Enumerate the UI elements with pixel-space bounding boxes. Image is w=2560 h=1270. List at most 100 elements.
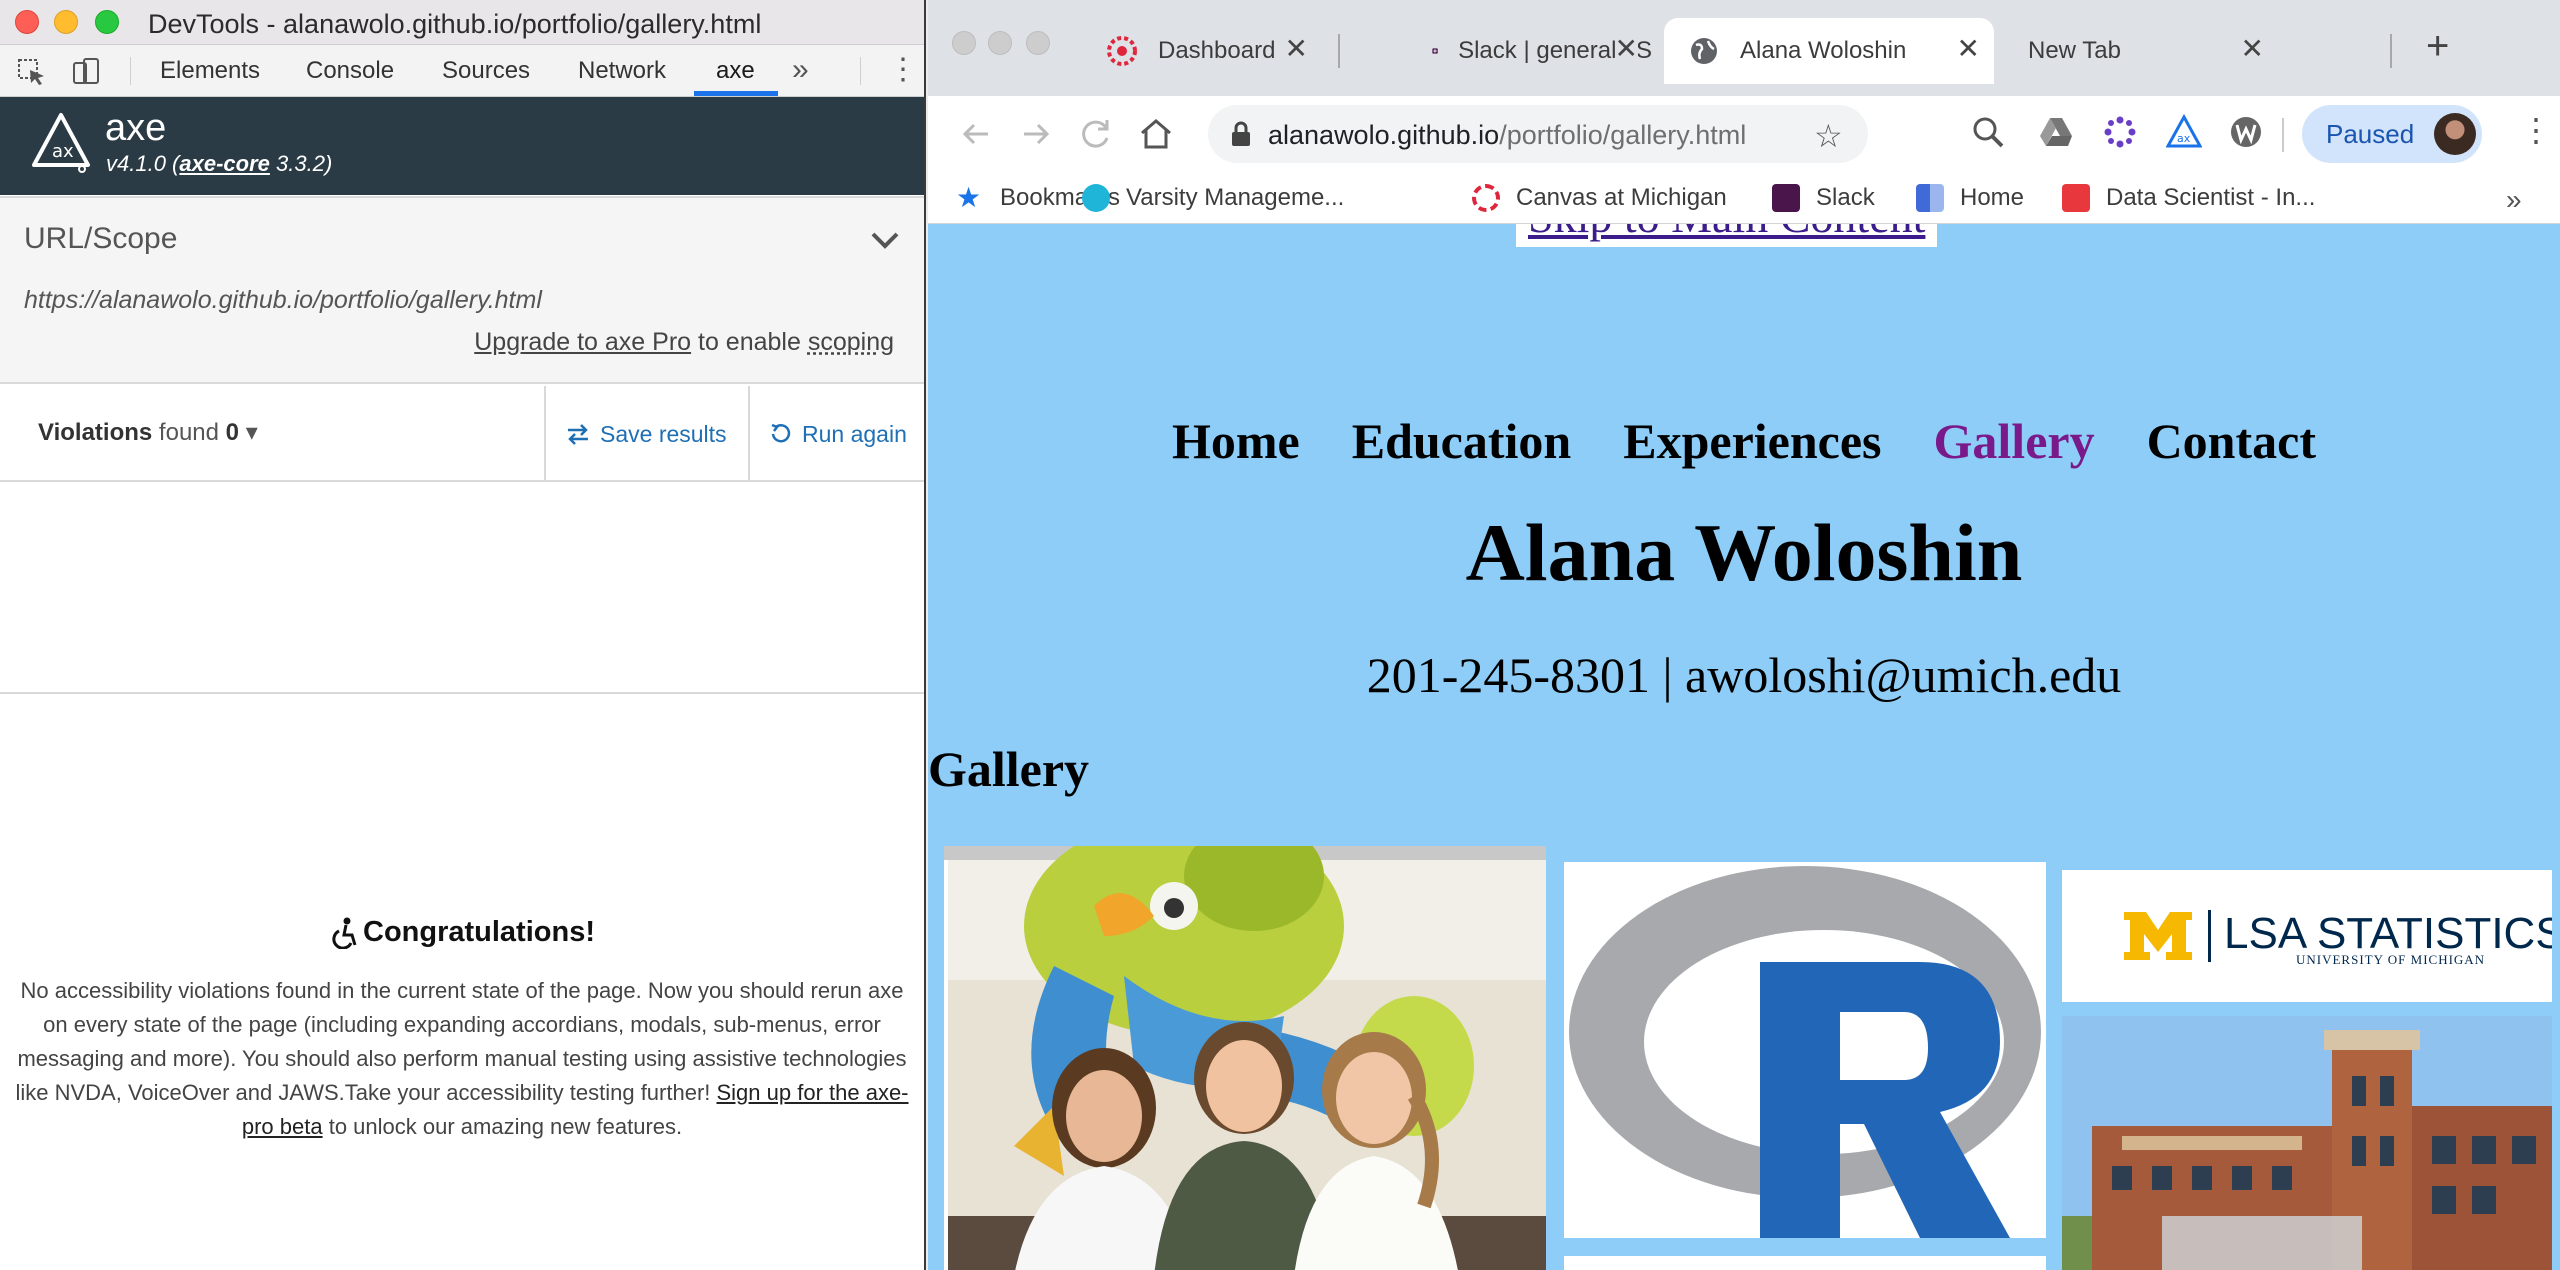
varsity-icon [1082, 184, 1110, 212]
swap-arrows-icon [568, 424, 588, 445]
tab-console[interactable]: Console [306, 57, 394, 85]
svg-text:ax: ax [2177, 132, 2191, 145]
profile-status: Paused [2326, 119, 2415, 149]
zoom-window-button[interactable] [1026, 31, 1050, 55]
new-tab-button[interactable]: + [2426, 24, 2449, 69]
google-drive-icon[interactable] [2038, 114, 2074, 150]
minimize-window-button[interactable] [54, 10, 78, 34]
devtools-window: DevTools - alanawolo.github.io/portfolio… [0, 0, 926, 1270]
gallery-photo-r-logo [1564, 862, 2046, 1238]
zoom-window-button[interactable] [95, 10, 119, 34]
upgrade-axe-pro-link[interactable]: Upgrade to axe Pro [474, 328, 691, 356]
axe-extension-icon[interactable]: ax [2166, 114, 2202, 150]
violations-bar: Violations found 0 ▾ Save results Run ag… [0, 386, 924, 482]
avatar [2434, 113, 2476, 155]
close-window-button[interactable] [952, 31, 976, 55]
profile-button[interactable]: Paused [2302, 105, 2482, 163]
url-scope-panel: URL/Scope https://alanawolo.github.io/po… [0, 196, 924, 384]
congratulations-panel: Congratulations! No accessibility violat… [0, 916, 924, 1144]
results-empty-area [0, 484, 924, 694]
browser-tab-new-tab[interactable]: New Tab ✕ [2002, 18, 2278, 84]
tab-network[interactable]: Network [578, 57, 666, 85]
bookmark-home[interactable]: Home [1916, 184, 2024, 212]
chevron-down-icon[interactable] [868, 224, 902, 254]
toolbar-divider [860, 57, 861, 85]
tab-elements[interactable]: Elements [160, 57, 260, 85]
close-window-button[interactable] [15, 10, 39, 34]
tab-divider [1338, 34, 1340, 68]
congratulations-suffix: to unlock our amazing new features. [322, 1113, 683, 1139]
more-tabs-button[interactable]: » [792, 53, 809, 87]
tab-sources[interactable]: Sources [442, 57, 530, 85]
gallery-photo-friends [944, 846, 1546, 1270]
close-tab-icon[interactable]: ✕ [1957, 32, 1980, 65]
nav-link-education[interactable]: Education [1352, 412, 1572, 470]
caret-down-icon: ▾ [245, 419, 258, 446]
violations-summary[interactable]: Violations found 0 ▾ [38, 418, 258, 447]
violations-found-text: found [158, 419, 219, 446]
axe-core-link[interactable]: axe-core [179, 151, 270, 176]
bookmarks-overflow-button[interactable]: » [2506, 184, 2522, 216]
back-arrow-icon[interactable] [956, 114, 996, 154]
congratulations-title: Congratulations! [329, 916, 595, 949]
home-bookmark-icon [1916, 184, 1944, 212]
save-results-button[interactable]: Save results [544, 386, 750, 482]
tab-divider [2390, 34, 2392, 68]
lock-icon[interactable] [1230, 121, 1252, 147]
contact-info: 201-245-8301 | awoloshi@umich.edu [1366, 647, 2122, 703]
scope-url: https://alanawolo.github.io/portfolio/ga… [24, 286, 542, 314]
nav-link-experiences[interactable]: Experiences [1623, 412, 1881, 470]
close-tab-icon[interactable]: ✕ [1285, 32, 1308, 65]
home-icon[interactable] [1136, 114, 1176, 154]
bookmark-star-icon[interactable]: ☆ [1814, 117, 1843, 155]
close-tab-icon[interactable]: ✕ [1614, 32, 1638, 65]
toolbar: alanawolo.github.io/portfolio/gallery.ht… [928, 96, 2560, 182]
browser-tab-slack[interactable]: Slack | general | S ✕ [1432, 18, 1652, 84]
address-bar[interactable]: alanawolo.github.io/portfolio/gallery.ht… [1208, 105, 1868, 163]
globe-icon [1691, 38, 1717, 64]
slack-icon [1432, 48, 1438, 54]
dots-extension-icon[interactable] [2102, 114, 2138, 150]
search-icon[interactable] [1970, 114, 2006, 150]
nav-link-gallery[interactable]: Gallery [1934, 412, 2095, 470]
browser-tab-dashboard[interactable]: Dashboard ✕ [1106, 18, 1322, 84]
bookmark-data-scientist[interactable]: Data Scientist - In... [2062, 184, 2315, 212]
bookmark-slack[interactable]: Slack [1772, 184, 1875, 212]
upgrade-row: Upgrade to axe Pro to enable scoping [474, 328, 894, 357]
tab-axe[interactable]: axe [716, 57, 755, 85]
accessibility-icon [332, 917, 357, 949]
web-page: Skip to Main Content Home Education Expe… [928, 224, 2560, 1270]
star-icon: ★ [956, 182, 982, 213]
device-toolbar-icon[interactable] [70, 57, 102, 87]
devtools-menu-icon[interactable]: ⋮ [888, 55, 918, 85]
close-tab-icon[interactable]: ✕ [2241, 32, 2264, 65]
canvas-icon [1107, 36, 1137, 66]
forward-arrow-icon[interactable] [1016, 114, 1056, 154]
congratulations-message: No accessibility violations found in the… [12, 974, 912, 1144]
toolbar-divider [2282, 118, 2284, 152]
browser-tab-alana-woloshin[interactable]: Alana Woloshin ✕ [1664, 18, 1994, 84]
axe-version: v4.1.0 (axe-core 3.3.2) [106, 151, 333, 176]
skip-to-main-link[interactable]: Skip to Main Content [1516, 224, 1938, 247]
gallery-heading: Gallery [928, 741, 1090, 797]
axe-version-number: v4.1.0 [106, 151, 166, 176]
chrome-menu-icon[interactable]: ⋮ [2520, 114, 2552, 146]
url-path: /portfolio/gallery.html [1499, 120, 1747, 150]
lsa-logo-sub-text: UNIVERSITY OF MICHIGAN [2296, 952, 2485, 967]
reload-icon[interactable] [1076, 114, 1116, 154]
tab-strip: Dashboard ✕ Slack | general | S ✕ Alana … [928, 0, 2560, 96]
bookmark-canvas[interactable]: Canvas at Michigan [1472, 184, 1727, 212]
url-text[interactable]: alanawolo.github.io/portfolio/gallery.ht… [1268, 120, 1746, 151]
run-again-button[interactable]: Run again [748, 386, 924, 482]
nav-link-contact[interactable]: Contact [2147, 412, 2316, 470]
bookmark-label: Canvas at Michigan [1516, 184, 1727, 211]
wave-extension-icon[interactable] [2228, 114, 2264, 150]
nav-link-home[interactable]: Home [1172, 412, 1300, 470]
handshake-icon [2062, 184, 2090, 212]
inspect-element-icon[interactable] [16, 57, 48, 87]
tab-title: Dashboard [1158, 37, 1276, 64]
axe-header: ax axe v4.1.0 (axe-core 3.3.2) [0, 97, 924, 195]
minimize-window-button[interactable] [988, 31, 1012, 55]
bookmark-varsity[interactable]: Varsity Manageme... [1082, 184, 1344, 212]
devtools-window-title: DevTools - alanawolo.github.io/portfolio… [148, 9, 762, 39]
